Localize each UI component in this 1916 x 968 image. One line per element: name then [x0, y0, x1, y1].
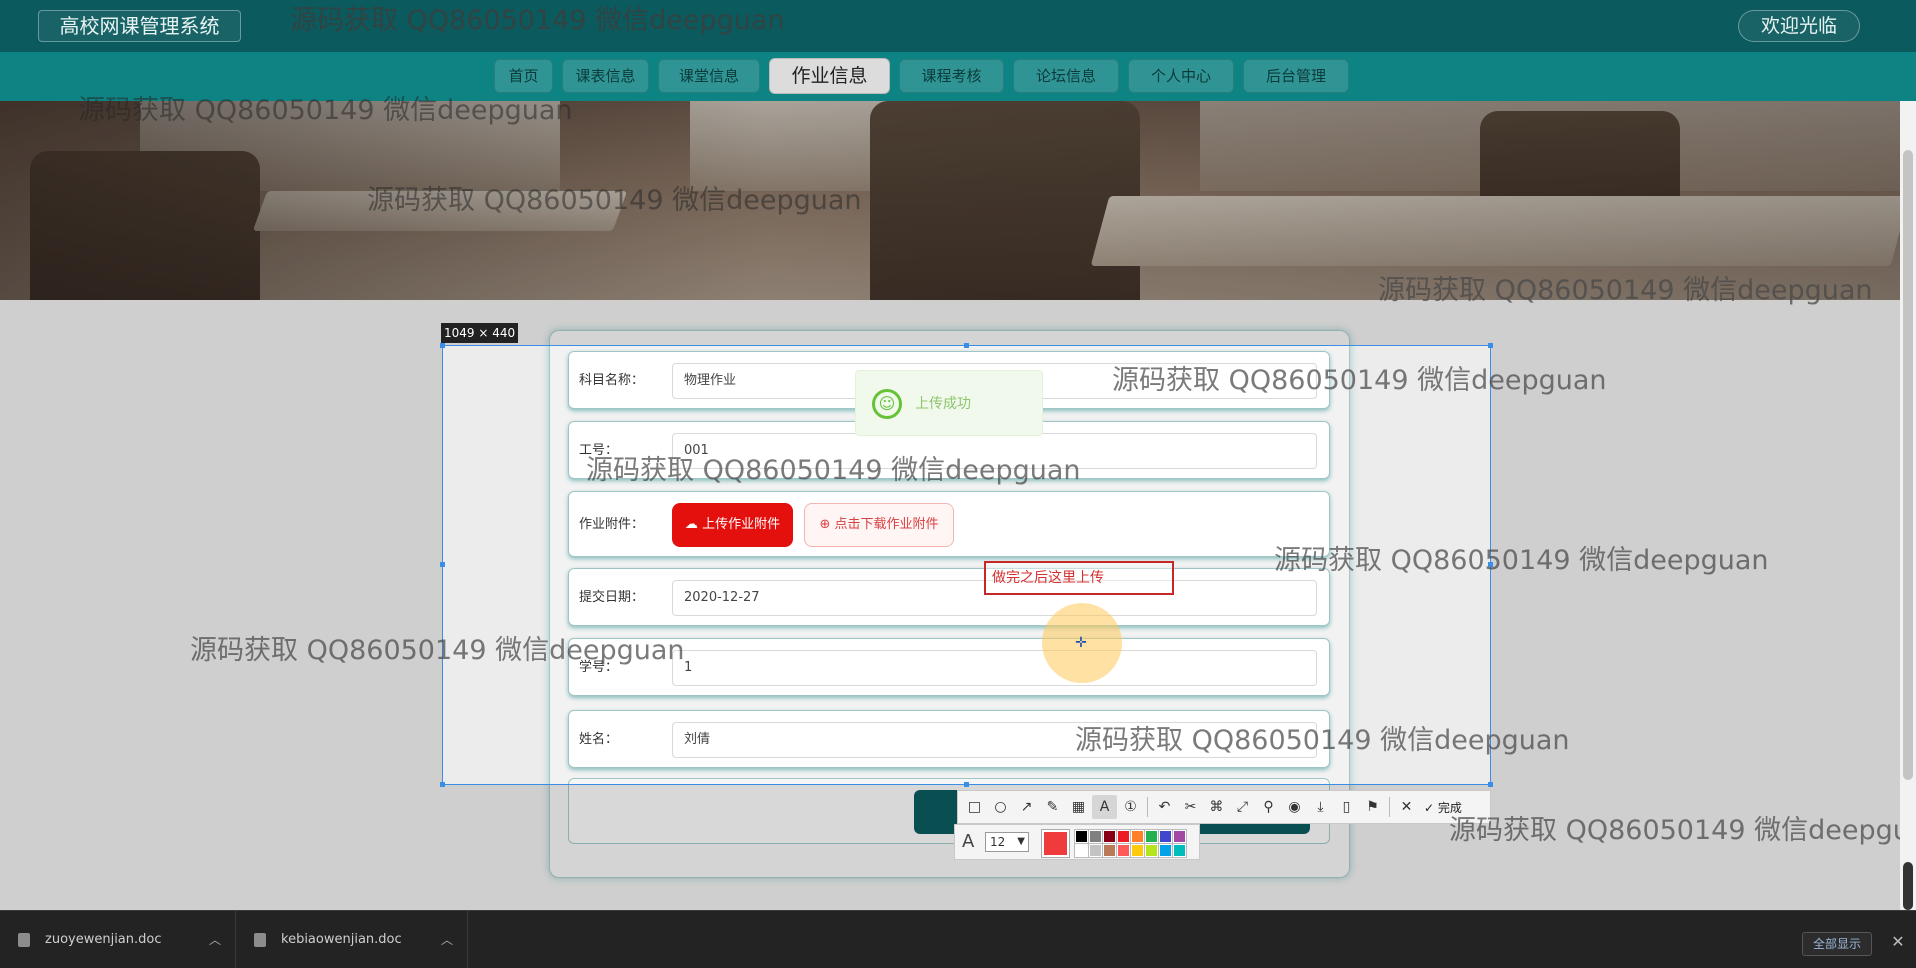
site-title[interactable]: 高校网课管理系统 — [38, 10, 241, 42]
nav-forum[interactable]: 论坛信息 — [1013, 59, 1119, 93]
done-button[interactable]: ✓ 完成 — [1424, 799, 1462, 816]
color-swatch[interactable] — [1088, 843, 1103, 858]
color-swatch[interactable] — [1130, 843, 1145, 858]
success-toast: ☺ 上传成功 — [855, 370, 1043, 436]
watermark-text: 源码获取 QQ86050149 微信deepguan — [586, 455, 1081, 486]
color-palette — [1074, 829, 1187, 858]
welcome-badge[interactable]: 欢迎光临 — [1738, 10, 1860, 42]
check-icon: ✓ — [1424, 800, 1435, 815]
color-swatch[interactable] — [1172, 829, 1187, 844]
capture-size-label: 1049 × 440 — [441, 323, 519, 343]
chevron-down-icon: ▼ — [1017, 836, 1025, 847]
download-item[interactable]: kebiaowenjian.doc ︿ — [236, 911, 468, 968]
watermark-text: 源码获取 QQ86050149 微信deepguan — [1075, 725, 1570, 756]
color-swatch[interactable] — [1158, 843, 1173, 858]
resize-handle[interactable] — [1488, 782, 1493, 787]
expand-icon[interactable]: ⤢ — [1230, 795, 1255, 819]
chevron-up-icon[interactable]: ︿ — [441, 911, 453, 968]
watermark-text: 源码获取 QQ86050149 微信deepguan — [190, 635, 685, 666]
capture-dim-top — [0, 101, 1916, 345]
color-swatch[interactable] — [1088, 829, 1103, 844]
watermark-text: 源码获取 QQ86050149 微信deepguan — [1378, 275, 1873, 306]
top-header: 高校网课管理系统 欢迎光临 — [0, 0, 1916, 52]
color-swatch[interactable] — [1102, 843, 1117, 858]
nav-home[interactable]: 首页 — [494, 59, 553, 93]
phone-icon[interactable]: ▯ — [1334, 795, 1359, 819]
main-nav: 首页 课表信息 课堂信息 作业信息 课程考核 论坛信息 个人中心 后台管理 — [0, 52, 1916, 101]
color-swatch[interactable] — [1158, 829, 1173, 844]
record-icon[interactable]: ◉ — [1282, 795, 1307, 819]
color-swatch[interactable] — [1116, 843, 1131, 858]
arrow-icon[interactable]: ↗ — [1014, 795, 1039, 819]
toast-message: 上传成功 — [915, 396, 971, 412]
downloads-shelf: zuoyewenjian.doc ︿ kebiaowenjian.doc ︿ — [0, 910, 1916, 968]
nav-profile[interactable]: 个人中心 — [1128, 59, 1234, 93]
rect-icon[interactable]: □ — [962, 795, 987, 819]
watermark-text: 源码获取 QQ86050149 微信deepguan — [1449, 816, 1916, 846]
text-icon[interactable]: A — [1092, 795, 1117, 819]
text-style-panel: A 12 ▼ — [954, 824, 1200, 860]
color-swatch[interactable] — [1130, 829, 1145, 844]
pin-icon[interactable]: ⚲ — [1256, 795, 1281, 819]
scrollbar-thumb-lower[interactable] — [1903, 862, 1913, 910]
nav-timetable[interactable]: 课表信息 — [562, 59, 649, 93]
ellipse-icon[interactable]: ○ — [988, 795, 1013, 819]
show-all-downloads-button[interactable]: 全部显示 — [1802, 932, 1872, 956]
watermark-text: 源码获取 QQ86050149 微信deepguan — [290, 5, 785, 36]
resize-handle[interactable] — [964, 782, 969, 787]
color-swatch[interactable] — [1172, 843, 1187, 858]
number-icon[interactable]: ① — [1118, 795, 1143, 819]
color-swatch[interactable] — [1144, 843, 1159, 858]
text-annotation[interactable]: 做完之后这里上传 — [984, 561, 1174, 595]
nav-admin[interactable]: 后台管理 — [1243, 59, 1349, 93]
font-icon: A — [962, 831, 975, 852]
nav-homework[interactable]: 作业信息 — [769, 58, 890, 94]
resize-handle[interactable] — [1488, 343, 1493, 348]
document-icon — [254, 933, 266, 947]
crosshair-cursor-icon: ✛ — [1075, 635, 1087, 651]
color-swatch[interactable] — [1116, 829, 1131, 844]
pen-icon[interactable]: ✎ — [1040, 795, 1065, 819]
watermark-text: 源码获取 QQ86050149 微信deepguan — [367, 185, 862, 216]
undo-icon[interactable]: ↶ — [1152, 795, 1177, 819]
download-item[interactable]: zuoyewenjian.doc ︿ — [0, 911, 236, 968]
scrollbar-thumb[interactable] — [1903, 150, 1913, 780]
font-size-select[interactable]: 12 ▼ — [985, 832, 1029, 852]
capture-dim-bottom — [0, 785, 1900, 910]
watermark-text: 源码获取 QQ86050149 微信deepguan — [78, 95, 573, 126]
close-icon[interactable]: ✕ — [1890, 930, 1906, 954]
nav-classroom[interactable]: 课堂信息 — [658, 59, 760, 93]
scissors-icon[interactable]: ✂ — [1178, 795, 1203, 819]
color-swatch[interactable] — [1074, 829, 1089, 844]
resize-handle[interactable] — [440, 782, 445, 787]
annotation-toolbar: □ ○ ↗ ✎ ▦ A ① ↶ ✂ ⌘ ⤢ ⚲ ◉ ⤓ ▯ ⚑ ✕ ✓ 完成 — [957, 790, 1491, 824]
nav-exam[interactable]: 课程考核 — [899, 59, 1004, 93]
watermark-text: 源码获取 QQ86050149 微信deepguan — [1274, 545, 1769, 576]
current-color-swatch[interactable] — [1041, 829, 1070, 858]
color-swatch[interactable] — [1144, 829, 1159, 844]
capture-dim-left — [0, 345, 442, 785]
watermark-text: 源码获取 QQ86050149 微信deepguan — [1112, 365, 1607, 396]
resize-handle[interactable] — [440, 343, 445, 348]
mosaic-icon[interactable]: ▦ — [1066, 795, 1091, 819]
smile-icon: ☺ — [872, 389, 902, 419]
close-icon[interactable]: ✕ — [1394, 795, 1419, 819]
color-swatch[interactable] — [1102, 829, 1117, 844]
document-icon — [18, 933, 30, 947]
color-swatch[interactable] — [1074, 843, 1089, 858]
ocr-icon[interactable]: ⌘ — [1204, 795, 1229, 819]
resize-handle[interactable] — [964, 343, 969, 348]
save-icon[interactable]: ⤓ — [1308, 795, 1333, 819]
resize-handle[interactable] — [440, 562, 445, 567]
bookmark-icon[interactable]: ⚑ — [1360, 795, 1385, 819]
chevron-up-icon[interactable]: ︿ — [209, 911, 221, 968]
